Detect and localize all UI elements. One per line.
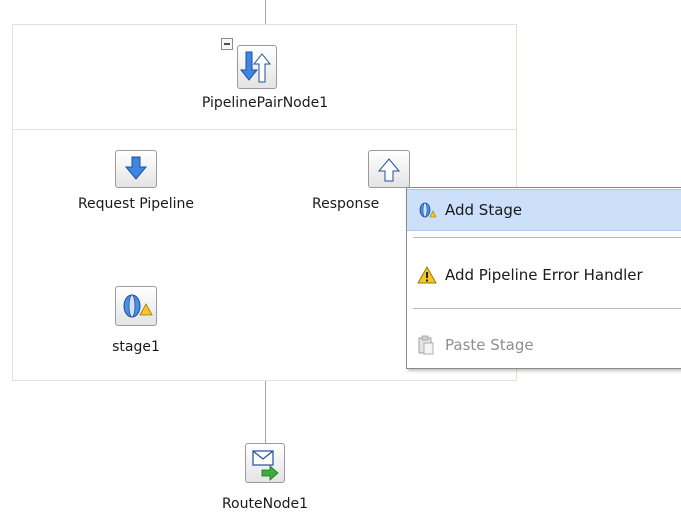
warning-icon bbox=[417, 265, 437, 288]
top-connector-line bbox=[265, 0, 266, 24]
pipeline-pair-node-icon[interactable] bbox=[237, 45, 277, 89]
menu-item-add-stage[interactable]: Add Stage bbox=[407, 189, 681, 231]
response-pipeline-label: Response bbox=[312, 196, 380, 212]
menu-item-label: Add Stage bbox=[445, 201, 523, 219]
stage-icon bbox=[417, 201, 437, 223]
stage-node-icon[interactable] bbox=[115, 286, 157, 326]
request-pipeline-label: Request Pipeline bbox=[77, 196, 195, 212]
stage-label: stage1 bbox=[112, 339, 160, 355]
menu-item-add-pipeline-error-handler[interactable]: Add Pipeline Error Handler bbox=[407, 261, 681, 291]
paste-icon bbox=[417, 335, 435, 359]
menu-item-paste-stage[interactable]: Paste Stage bbox=[407, 331, 681, 361]
up-down-arrows-icon bbox=[239, 51, 272, 83]
pipeline-pair-node-label: PipelinePairNode1 bbox=[201, 95, 329, 111]
context-menu: Add Stage Add Pipeline Error Handler Pas… bbox=[406, 187, 681, 369]
menu-item-label: Paste Stage bbox=[445, 336, 534, 354]
down-arrow-icon bbox=[124, 156, 148, 180]
menu-separator bbox=[413, 237, 681, 239]
route-node-label: RouteNode1 bbox=[221, 496, 309, 512]
pipeline-route-connector-line bbox=[265, 380, 266, 443]
stage-icon bbox=[123, 294, 153, 318]
route-node-icon[interactable] bbox=[245, 443, 285, 483]
menu-item-label: Add Pipeline Error Handler bbox=[445, 266, 643, 284]
minus-icon bbox=[224, 43, 230, 45]
response-pipeline-icon[interactable] bbox=[368, 150, 410, 188]
envelope-route-icon bbox=[252, 450, 279, 481]
request-pipeline-icon[interactable] bbox=[115, 150, 157, 188]
collapse-toggle[interactable] bbox=[221, 38, 233, 50]
menu-separator bbox=[413, 308, 681, 310]
up-arrow-icon bbox=[377, 158, 401, 182]
